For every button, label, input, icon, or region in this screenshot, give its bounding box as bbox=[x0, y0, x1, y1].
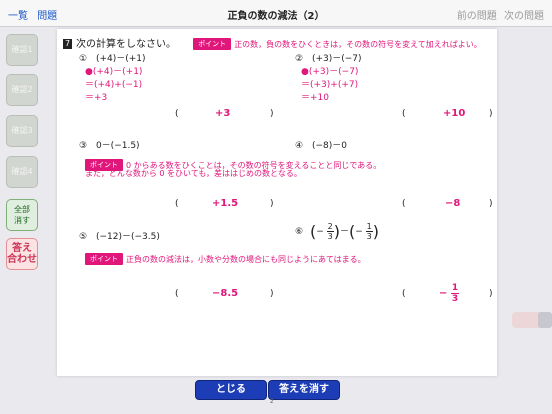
sidebar-item-check1[interactable]: 確認1 bbox=[6, 34, 38, 66]
next-problem-link[interactable]: 次の問題 bbox=[504, 11, 544, 22]
p6-left-fraction: 23 bbox=[326, 222, 334, 241]
p6-left-den: 3 bbox=[327, 232, 333, 241]
answer-6[interactable]: − 13 bbox=[439, 283, 460, 304]
problem-2-step-2: ＝(+3)+(+7) bbox=[301, 80, 359, 90]
answer-6-num: 1 bbox=[450, 283, 460, 294]
answer-4-open-paren: ( bbox=[402, 199, 406, 209]
problem-1: ① (+4)－(+1) bbox=[79, 51, 146, 64]
point-tag: ポイント bbox=[193, 38, 232, 50]
p6-close-paren-2: ) bbox=[372, 222, 379, 241]
answer-5-close-paren: ) bbox=[270, 289, 274, 299]
p6-left-num: 2 bbox=[326, 222, 334, 232]
problem-2-number: ② bbox=[295, 54, 304, 64]
problem-3: ③ 0－(−1.5) bbox=[79, 138, 140, 151]
answer-2-open-paren: ( bbox=[402, 109, 406, 119]
p6-right-den: 3 bbox=[366, 232, 372, 241]
p6-right-fraction: 13 bbox=[365, 222, 373, 241]
problem-1-expr: (+4)－(+1) bbox=[95, 54, 146, 64]
sidebar-item-check2[interactable]: 確認2 bbox=[6, 74, 38, 106]
problem-6-number: ⑥ bbox=[295, 227, 304, 237]
answer-5-open-paren: ( bbox=[175, 289, 179, 299]
p6-operator: － bbox=[339, 227, 349, 237]
instruction-text: 次の計算をしなさい。 bbox=[76, 39, 176, 50]
point-2-line-2: また，どんな数から 0 をひいても，差ははじめの数となる。 bbox=[85, 169, 302, 178]
close-button[interactable]: とじる bbox=[195, 380, 267, 400]
answer-6-den: 3 bbox=[451, 294, 459, 304]
point-1-text: 正の数，負の数をひくときは，その数の符号を変えて加えればよい。 bbox=[234, 40, 482, 49]
problem-2-expr: (+3)－(−7) bbox=[311, 54, 362, 64]
nav-right: 前の問題 次の問題 bbox=[453, 7, 544, 22]
answer-1-close-paren: ) bbox=[270, 109, 274, 119]
problem-2-steps: ●(+3)－(−7) ＝(+3)+(+7) ＝+10 bbox=[301, 66, 358, 105]
answer-4[interactable]: −8 bbox=[445, 198, 460, 209]
question-number: 7 bbox=[63, 39, 72, 49]
problem-2-step-1: ●(+3)－(−7) bbox=[301, 67, 359, 77]
answer-3[interactable]: +1.5 bbox=[212, 198, 238, 209]
top-bar: 一覧 問題 正負の数の減法（2） 前の問題 次の問題 bbox=[0, 0, 552, 27]
clear-all-label-2: 消す bbox=[14, 216, 30, 225]
problem-3-number: ③ bbox=[79, 141, 88, 151]
problem-5-expr: (−12)－(−3.5) bbox=[95, 232, 160, 242]
answer-1-open-paren: ( bbox=[175, 109, 179, 119]
problem-6: ⑥ (− 2 3)－(− 1 3) bbox=[295, 222, 379, 241]
answer-2[interactable]: +10 bbox=[443, 108, 465, 119]
page-number: 2 bbox=[270, 398, 274, 405]
problem-2: ② (+3)－(−7) bbox=[295, 51, 362, 64]
sidebar-item-check3[interactable]: 確認3 bbox=[6, 115, 38, 147]
problem-5: ⑤ (−12)－(−3.5) bbox=[79, 229, 160, 242]
point-3: ポイント 正負の数の減法は，小数や分数の場合にも同じようにあてはまる。 bbox=[85, 247, 366, 266]
problem-5-number: ⑤ bbox=[79, 232, 88, 242]
answer-3-open-paren: ( bbox=[175, 199, 179, 209]
problem-1-steps: ●(+4)－(+1) ＝(+4)+(−1) ＝+3 bbox=[85, 66, 142, 105]
point-1: ポイント 正の数，負の数をひくときは，その数の符号を変えて加えればよい。 bbox=[193, 38, 482, 50]
sidebar-item-check4[interactable]: 確認4 bbox=[6, 156, 38, 188]
point-tag: ポイント bbox=[85, 253, 123, 265]
problem-1-step-2: ＝(+4)+(−1) bbox=[85, 80, 143, 90]
clear-all-button[interactable]: 全部 消す bbox=[6, 199, 38, 231]
clear-answers-button[interactable]: 答えを消す bbox=[268, 380, 340, 400]
point-3-text: 正負の数の減法は，小数や分数の場合にも同じようにあてはまる。 bbox=[126, 255, 366, 264]
answer-5[interactable]: −8.5 bbox=[212, 288, 238, 299]
check-answers-label-1: 答え bbox=[12, 243, 32, 254]
answer-1[interactable]: +3 bbox=[215, 108, 230, 119]
check-answers-button[interactable]: 答え 合わせ bbox=[6, 238, 38, 270]
answer-4-close-paren: ) bbox=[489, 199, 493, 209]
p6-left-sign: − bbox=[316, 227, 324, 237]
answer-2-close-paren: ) bbox=[489, 109, 493, 119]
scroll-handle[interactable] bbox=[538, 312, 552, 328]
problem-1-step-3: ＝+3 bbox=[85, 93, 108, 103]
answer-6-close-paren: ) bbox=[489, 289, 493, 299]
prev-problem-link[interactable]: 前の問題 bbox=[457, 11, 497, 22]
answer-3-close-paren: ) bbox=[270, 199, 274, 209]
instruction-row: 7 次の計算をしなさい。 ポイント 正の数，負の数をひくときは，その数の符号を変えて… bbox=[63, 35, 482, 50]
problem-1-step-1: ●(+4)－(+1) bbox=[85, 67, 143, 77]
p6-right-num: 1 bbox=[365, 222, 373, 232]
answer-6-sign: − bbox=[439, 288, 448, 299]
problem-1-number: ① bbox=[79, 54, 88, 64]
check-answers-label-2: 合わせ bbox=[7, 254, 37, 265]
problem-4-number: ④ bbox=[295, 141, 304, 151]
problem-3-expr: 0－(−1.5) bbox=[95, 141, 140, 151]
p6-right-sign: − bbox=[355, 227, 363, 237]
problem-2-step-3: ＝+10 bbox=[301, 93, 329, 103]
clear-all-label-1: 全部 bbox=[14, 205, 30, 214]
answer-6-fraction: 13 bbox=[450, 283, 460, 304]
problem-4-expr: (−8)－0 bbox=[311, 141, 347, 151]
answer-6-open-paren: ( bbox=[402, 289, 406, 299]
worksheet-paper: 7 次の計算をしなさい。 ポイント 正の数，負の数をひくときは，その数の符号を変えて… bbox=[57, 29, 497, 376]
problem-4: ④ (−8)－0 bbox=[295, 138, 347, 151]
